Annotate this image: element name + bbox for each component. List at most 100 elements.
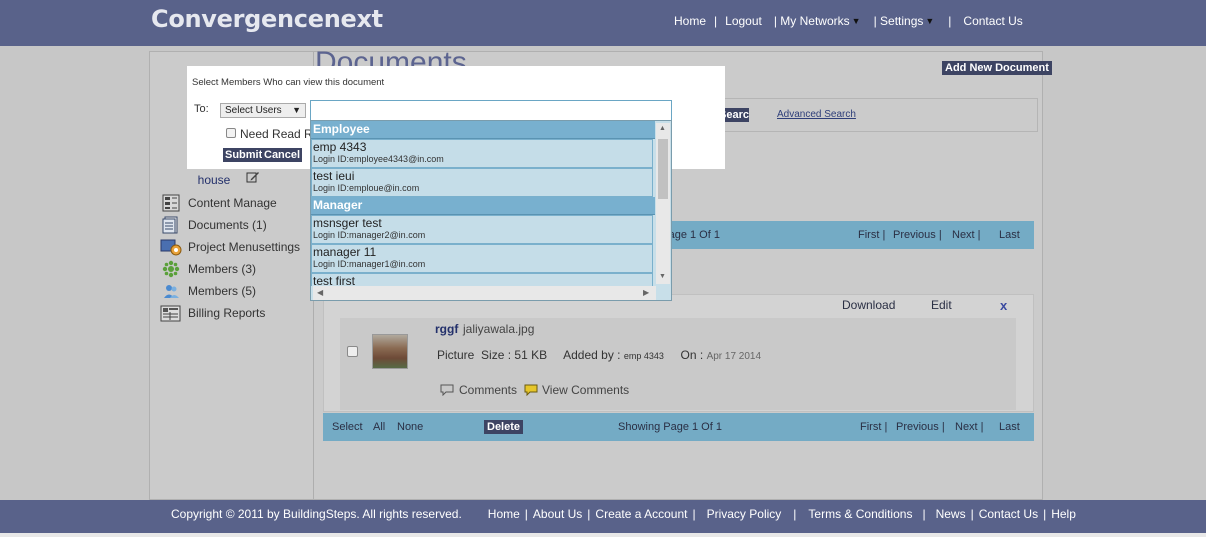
- sidebar-item-label: Content Manage: [188, 196, 277, 210]
- horizontal-scrollbar[interactable]: ◀ ▶: [313, 286, 656, 300]
- nav-my-networks-link[interactable]: | My Networks: [774, 14, 850, 28]
- document-size: 51 KB: [514, 348, 548, 362]
- menu-settings-icon: [160, 238, 182, 256]
- first-page-link[interactable]: First |: [860, 421, 887, 433]
- sidebar-item-billing-reports[interactable]: Billing Reports: [160, 303, 265, 323]
- dialog-title: Select Members Who can view this documen…: [192, 77, 385, 88]
- comment-icon: [440, 384, 454, 396]
- nav-logout-link[interactable]: Logout: [725, 14, 762, 28]
- edit-icon[interactable]: [246, 170, 260, 184]
- first-page-link[interactable]: First |: [858, 229, 885, 241]
- member-option[interactable]: manager 11 Login ID:manager1@in.com: [311, 244, 653, 273]
- members-group-icon: [160, 282, 182, 300]
- size-label: Size :: [481, 348, 512, 362]
- sidebar-item-members-3[interactable]: Members (3): [160, 259, 256, 279]
- next-page-link[interactable]: Next |: [952, 229, 981, 241]
- added-by-value: emp 4343: [623, 351, 664, 361]
- footer-terms-link[interactable]: Terms & Conditions: [808, 507, 912, 521]
- need-read-receipt-checkbox[interactable]: [226, 128, 236, 138]
- document-meta: Picture Size : 51 KB Added by : emp 4343…: [437, 348, 761, 362]
- footer-create-account-link[interactable]: Create a Account: [595, 507, 687, 521]
- footer-privacy-link[interactable]: Privacy Policy: [707, 507, 782, 521]
- last-page-link[interactable]: Last: [999, 421, 1020, 433]
- member-option[interactable]: emp 4343 Login ID:employee4343@in.com: [311, 139, 653, 168]
- footer-news-link[interactable]: News: [936, 507, 966, 521]
- sidebar-item-project-menusettings[interactable]: Project Menusettings: [160, 237, 300, 257]
- member-name: msnsger test: [313, 216, 382, 230]
- showing-page-text: Showing Page 1 Of 1: [618, 421, 722, 433]
- content-manage-icon: [160, 194, 182, 212]
- to-label: To:: [194, 103, 209, 115]
- edit-link[interactable]: Edit: [931, 298, 952, 312]
- download-link[interactable]: Download: [842, 298, 895, 312]
- scroll-down-icon[interactable]: ▼: [659, 273, 666, 280]
- footer-separator: |: [524, 507, 528, 521]
- member-login: Login ID:manager2@in.com: [313, 230, 426, 240]
- select-none-link[interactable]: None: [397, 421, 423, 433]
- group-header-manager: Manager: [311, 197, 655, 215]
- document-select-checkbox[interactable]: [347, 346, 358, 357]
- sidebar-item-documents[interactable]: Documents (1): [160, 215, 267, 235]
- sidebar-item-content-manage[interactable]: Content Manage: [160, 193, 277, 213]
- footer-separator: |: [587, 507, 591, 521]
- member-name: emp 4343: [313, 140, 367, 154]
- chevron-down-icon[interactable]: ▼: [925, 16, 934, 26]
- nav-home-link[interactable]: Home: [674, 14, 706, 28]
- sidebar-item-label: Billing Reports: [188, 306, 266, 320]
- scroll-right-icon[interactable]: ▶: [643, 288, 649, 297]
- recipient-input[interactable]: [310, 100, 672, 121]
- vertical-scrollbar[interactable]: ▲ ▼: [656, 123, 670, 284]
- next-page-link[interactable]: Next |: [955, 421, 984, 433]
- submit-button[interactable]: Submit: [223, 148, 265, 162]
- member-option[interactable]: msnsger test Login ID:manager2@in.com: [311, 215, 653, 244]
- member-option[interactable]: test ieui Login ID:emploue@in.com: [311, 168, 653, 197]
- scroll-left-icon[interactable]: ◀: [317, 288, 323, 297]
- sidebar-item-label: Project Menusettings: [188, 240, 301, 254]
- sidebar-item-label: Documents (1): [188, 218, 267, 232]
- member-name: manager 11: [313, 245, 377, 259]
- document-title[interactable]: rggf: [435, 322, 458, 336]
- chevron-down-icon[interactable]: ▼: [852, 16, 861, 26]
- members-icon: [160, 260, 182, 278]
- select-label: Select: [332, 421, 363, 433]
- project-name-label: house: [197, 173, 231, 187]
- select-all-link[interactable]: All: [373, 421, 385, 433]
- footer-separator: |: [793, 507, 797, 521]
- footer-help-link[interactable]: Help: [1051, 507, 1076, 521]
- advanced-search-link[interactable]: Advanced Search: [777, 109, 856, 120]
- bottom-strip: [0, 533, 1206, 537]
- previous-page-link[interactable]: Previous |: [893, 229, 942, 241]
- document-comments-row: Comments View Comments: [440, 383, 629, 397]
- add-new-document-button[interactable]: Add New Document: [942, 61, 1052, 75]
- member-suggestion-list: Employee emp 4343 Login ID:employee4343@…: [310, 120, 672, 301]
- document-filename: jaliyawala.jpg: [463, 322, 535, 336]
- footer-home-link[interactable]: Home: [488, 507, 520, 521]
- delete-button[interactable]: Delete: [484, 420, 524, 434]
- on-label: On :: [680, 348, 704, 362]
- view-comments-link[interactable]: View Comments: [542, 383, 629, 397]
- member-option[interactable]: test first: [311, 273, 653, 286]
- document-thumbnail[interactable]: [372, 334, 408, 369]
- close-icon[interactable]: x: [1000, 298, 1007, 313]
- last-page-link[interactable]: Last: [999, 229, 1020, 241]
- previous-page-link[interactable]: Previous |: [896, 421, 945, 433]
- footer-separator: |: [922, 507, 926, 521]
- nav-settings-link[interactable]: | Settings: [874, 14, 924, 28]
- nav-contact-link[interactable]: Contact Us: [963, 14, 1022, 28]
- scrollbar-thumb[interactable]: [658, 139, 668, 199]
- select-users-dropdown[interactable]: Select Users ▼: [220, 103, 306, 118]
- footer-separator: |: [1043, 507, 1047, 521]
- document-date: Apr 17 2014: [706, 351, 762, 362]
- documents-icon: [160, 216, 182, 234]
- scroll-up-icon[interactable]: ▲: [659, 125, 666, 132]
- pager-bar-bottom: Select All None Delete Showing Page 1 Of…: [323, 413, 1034, 441]
- site-logo[interactable]: Convergencenext: [151, 5, 383, 33]
- sidebar-item-members-5[interactable]: Members (5): [160, 281, 256, 301]
- member-login: Login ID:employee4343@in.com: [313, 154, 444, 164]
- footer-contact-link[interactable]: Contact Us: [979, 507, 1038, 521]
- member-login: Login ID:emploue@in.com: [313, 183, 420, 193]
- cancel-button[interactable]: Cancel: [262, 148, 303, 162]
- chevron-down-icon: ▼: [292, 105, 301, 115]
- comments-link[interactable]: Comments: [459, 383, 517, 397]
- footer-about-link[interactable]: About Us: [533, 507, 582, 521]
